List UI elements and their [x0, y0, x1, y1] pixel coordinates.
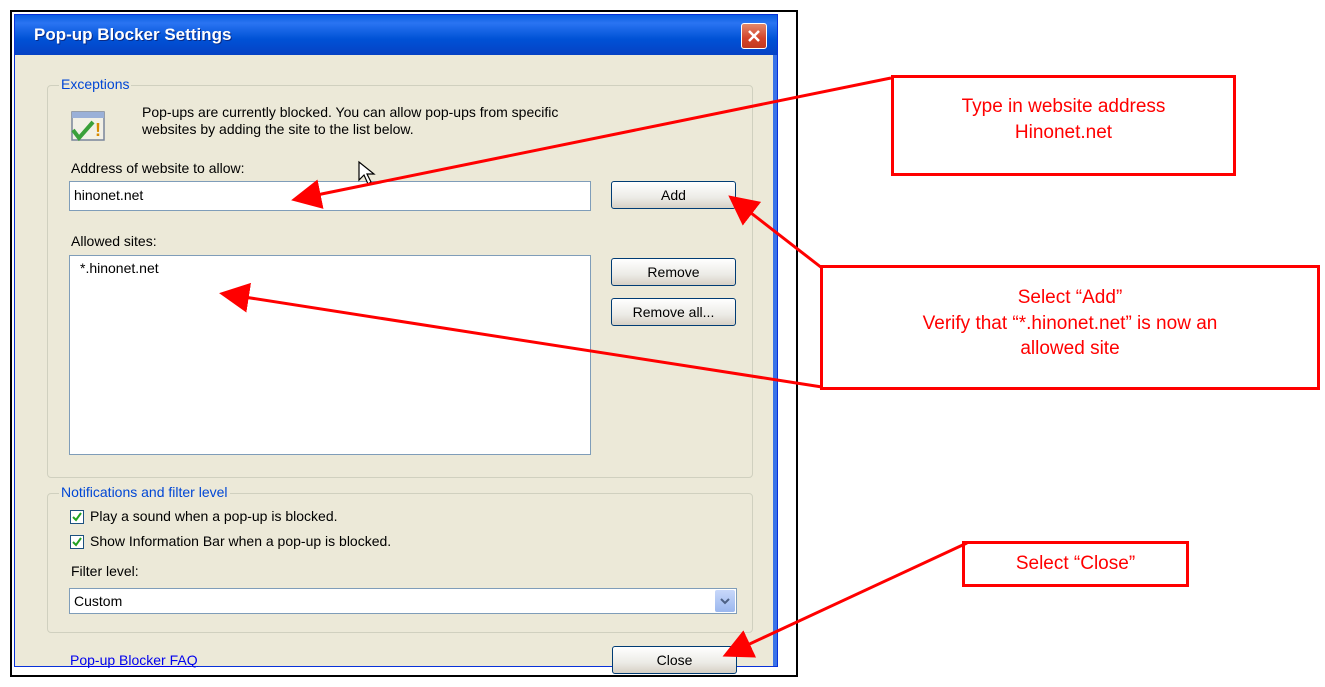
arrow-to-close-button [722, 541, 968, 658]
arrow-to-add-button [728, 195, 823, 270]
annotation-arrows [219, 76, 968, 658]
arrow-to-address-input [291, 76, 892, 209]
arrow-to-allowed-sites [219, 282, 823, 389]
